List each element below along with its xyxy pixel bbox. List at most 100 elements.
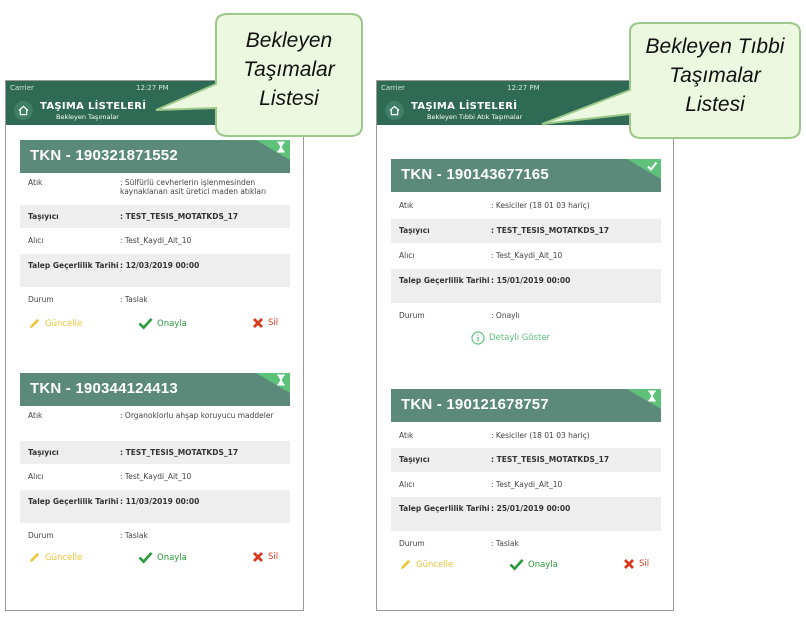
pencil-icon: [29, 552, 40, 563]
check-icon: [138, 551, 153, 564]
tkn-card[interactable]: TKN - 190121678757 Atık : Kesiciler (18 …: [391, 389, 661, 576]
approve-label: Onayla: [157, 318, 187, 329]
tkn-card-header: TKN - 190143677165: [391, 159, 661, 192]
tkn-card[interactable]: TKN - 190344124413 Atık : Organoklorlu a…: [20, 373, 290, 569]
approve-button[interactable]: Onayla: [509, 558, 558, 571]
tkn-number: TKN - 190121678757: [401, 396, 549, 413]
approve-label: Onayla: [528, 559, 558, 570]
field-talep-gecerlilik-tarihi: Talep Geçerlilik Tarihi : 12/03/2019 00:…: [20, 254, 290, 287]
field-label: Alıcı: [399, 251, 415, 260]
field-atik: Atık : Kesiciler (18 01 03 hariç): [391, 422, 661, 448]
check-icon: [138, 317, 153, 330]
close-icon: [624, 559, 634, 569]
home-icon: [389, 105, 400, 116]
field-value: : 11/03/2019 00:00: [120, 497, 200, 506]
carrier-label: Carrier: [10, 84, 34, 92]
page-subtitle: Bekleyen Tıbbi Atık Taşımalar: [427, 113, 523, 121]
field-label: Talep Geçerlilik Tarihi: [399, 276, 490, 285]
field-value: : Test_Kaydi_Ait_10: [491, 251, 563, 260]
field-value: : 25/01/2019 00:00: [491, 504, 571, 513]
field-tasiyici: Taşıyıcı : TEST_TESIS_MOTATKDS_17: [391, 219, 661, 243]
update-label: Güncelle: [416, 559, 454, 570]
update-button[interactable]: Güncelle: [28, 317, 82, 330]
field-durum: Durum : Taslak: [20, 523, 290, 547]
field-alici: Alıcı : Test_Kaydi_Ait_10: [391, 243, 661, 269]
hourglass-icon: [648, 390, 656, 402]
callout-line: Bekleyen Tıbbi: [645, 35, 785, 58]
home-button[interactable]: [14, 101, 33, 120]
field-label: Durum: [399, 311, 425, 320]
phone-screen-bekleyen-tibbi-tasimalar: Carrier 12:27 PM TAŞIMA LİSTELERİ Bekley…: [376, 80, 674, 611]
home-icon: [18, 105, 29, 116]
card-actions: Detaylı Göster: [391, 327, 661, 349]
field-durum: Durum : Onaylı: [391, 303, 661, 327]
field-value: : Onaylı: [491, 311, 520, 320]
tkn-card[interactable]: TKN - 190321871552 Atık : Sülfürlü cevhe…: [20, 140, 290, 335]
field-label: Taşıyıcı: [399, 226, 430, 235]
close-icon: [253, 552, 263, 562]
callout-line: Bekleyen: [245, 29, 333, 52]
delete-button[interactable]: Sil: [252, 551, 278, 563]
callout-bekleyen-tibbi-tasimalar: Bekleyen Tıbbi Taşımalar Listesi: [520, 20, 806, 146]
tkn-card[interactable]: TKN - 190143677165 Atık : Kesiciler (18 …: [391, 159, 661, 349]
page-subtitle: Bekleyen Taşımalar: [56, 113, 119, 121]
pencil-icon: [400, 559, 411, 570]
carrier-label: Carrier: [381, 84, 405, 92]
delete-button[interactable]: Sil: [252, 317, 278, 329]
field-value: : Kesiciler (18 01 03 hariç): [491, 431, 590, 440]
show-details-label: Detaylı Göster: [489, 333, 551, 343]
pencil-icon: [29, 318, 40, 329]
field-alici: Alıcı : Test_Kaydi_Ait_10: [20, 228, 290, 254]
tkn-number: TKN - 190344124413: [30, 380, 178, 397]
field-durum: Durum : Taslak: [20, 287, 290, 313]
delete-label: Sil: [268, 318, 279, 328]
check-icon: [647, 161, 658, 172]
approve-button[interactable]: Onayla: [138, 551, 187, 564]
field-atik: Atık : Sülfürlü cevherlerin işlenmesinde…: [20, 173, 290, 205]
field-label: Talep Geçerlilik Tarihi: [28, 261, 119, 270]
field-label: Taşıyıcı: [28, 212, 59, 221]
field-talep-gecerlilik-tarihi: Talep Geçerlilik Tarihi : 15/01/2019 00:…: [391, 269, 661, 303]
approve-button[interactable]: Onayla: [138, 317, 187, 330]
card-actions: Güncelle Onayla Sil: [20, 547, 290, 569]
tkn-number: TKN - 190143677165: [401, 166, 549, 183]
callout-line: Taşımalar: [243, 58, 335, 81]
check-icon: [509, 558, 524, 571]
field-label: Atık: [28, 178, 43, 187]
field-value: : 15/01/2019 00:00: [491, 276, 571, 285]
field-value: : Sülfürlü cevherlerin işlenmesinden kay…: [120, 178, 267, 196]
field-value: : 12/03/2019 00:00: [120, 261, 200, 270]
field-label: Durum: [28, 531, 54, 540]
field-label: Taşıyıcı: [399, 455, 430, 464]
field-alici: Alıcı : Test_Kaydi_Ait_10: [20, 464, 290, 490]
field-label: Durum: [399, 539, 425, 548]
callout-line: Taşımalar: [669, 64, 761, 87]
hourglass-icon: [277, 374, 285, 386]
field-value: : TEST_TESIS_MOTATKDS_17: [491, 226, 610, 235]
field-label: Alıcı: [399, 480, 415, 489]
field-tasiyici: Taşıyıcı : TEST_TESIS_MOTATKDS_17: [20, 441, 290, 464]
delete-button[interactable]: Sil: [623, 558, 649, 570]
field-talep-gecerlilik-tarihi: Talep Geçerlilik Tarihi : 11/03/2019 00:…: [20, 490, 290, 523]
field-alici: Alıcı : Test_Kaydi_Ait_10: [391, 472, 661, 497]
card-actions: Güncelle Onayla Sil: [20, 313, 290, 335]
field-value: : Kesiciler (18 01 03 hariç): [491, 201, 590, 210]
update-label: Güncelle: [45, 552, 83, 563]
show-details-button[interactable]: Detaylı Göster: [471, 331, 550, 345]
field-value: : Taslak: [120, 295, 148, 304]
field-value: : Taslak: [120, 531, 148, 540]
page-title: TAŞIMA LİSTELERİ: [411, 101, 518, 112]
field-label: Atık: [28, 411, 43, 420]
field-label: Taşıyıcı: [28, 448, 59, 457]
home-button[interactable]: [385, 101, 404, 120]
update-button[interactable]: Güncelle: [399, 558, 453, 571]
field-label: Durum: [28, 295, 54, 304]
tkn-card-header: TKN - 190121678757: [391, 389, 661, 422]
update-button[interactable]: Güncelle: [28, 551, 82, 564]
field-atik: Atık : Kesiciler (18 01 03 hariç): [391, 192, 661, 219]
field-value: : Taslak: [491, 539, 519, 548]
callout-bekleyen-tasimalar: Bekleyen Taşımalar Listesi: [150, 10, 372, 146]
field-label: Talep Geçerlilik Tarihi: [399, 504, 490, 513]
callout-line: Listesi: [259, 87, 319, 110]
tkn-card-header: TKN - 190344124413: [20, 373, 290, 406]
